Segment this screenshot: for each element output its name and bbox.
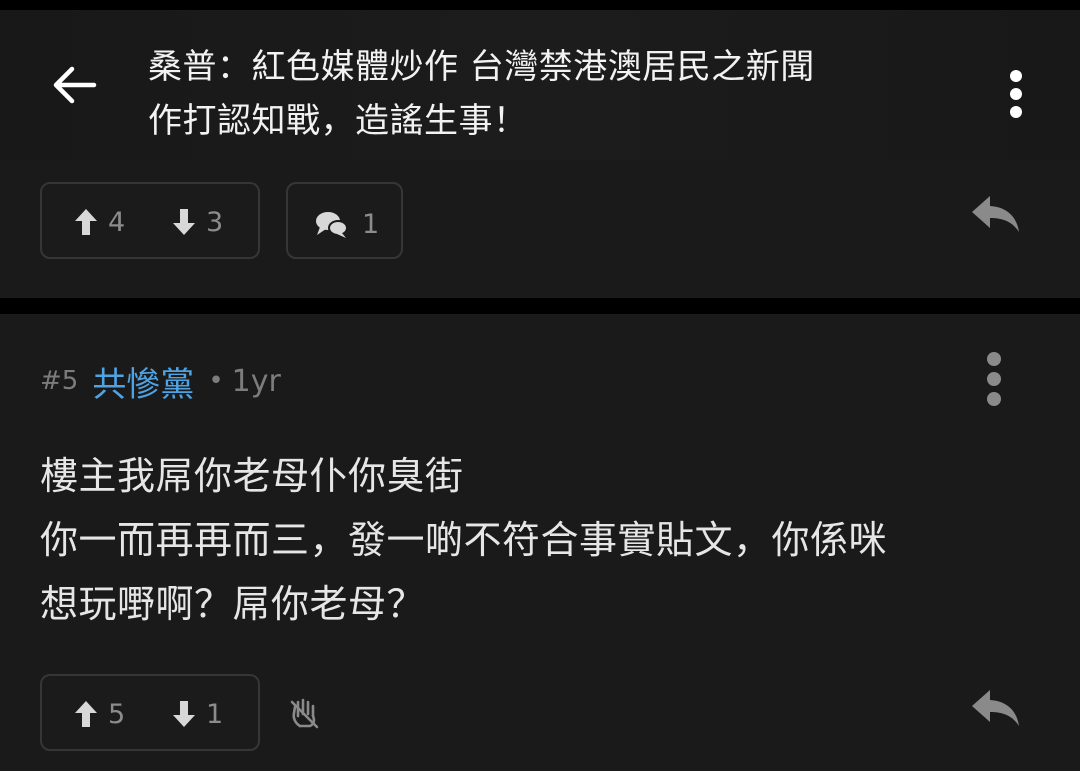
comment-line: 想玩嘢啊？屌你老母？: [40, 582, 426, 626]
clap-icon: [290, 698, 319, 729]
comment-reply-button[interactable]: [970, 686, 1022, 730]
comment-downvote-button[interactable]: 1: [172, 698, 223, 730]
post-vote-box: 4 3: [40, 182, 260, 259]
clap-button[interactable]: [288, 696, 322, 730]
post-menu-button[interactable]: [1002, 68, 1030, 120]
arrow-up-icon: [75, 701, 97, 727]
comment-line: 你一而再再而三，發一啲不符合事實貼文，你係咪: [40, 518, 888, 562]
comment-vote-box: 5 1: [40, 674, 260, 751]
comment-meta: #5 共慘黨 • 1yr: [40, 356, 281, 406]
comment-line: 樓主我屌你老母仆你臭街: [40, 454, 464, 498]
section-divider: [0, 298, 1080, 314]
comment-bubble-icon: [316, 212, 348, 238]
post-title-line: 作打認知戰，造謠生事！: [148, 101, 528, 141]
meta-separator: •: [208, 366, 224, 396]
back-arrow-icon: [53, 66, 97, 104]
post-comment-count: 1: [362, 208, 380, 240]
arrow-down-icon: [173, 209, 195, 235]
post-upvote-count: 4: [108, 206, 126, 238]
status-strip: [0, 0, 1080, 10]
arrow-down-icon: [173, 701, 195, 727]
reply-icon: [972, 196, 1019, 232]
post-header: 桑普：紅色媒體炒作 台灣禁港澳居民之新聞 作打認知戰，造謠生事！: [0, 10, 1080, 160]
kebab-menu-icon: [987, 352, 1001, 406]
comment-upvote-button[interactable]: 5: [74, 698, 125, 730]
comment-author[interactable]: 共慘黨: [92, 357, 194, 406]
post-downvote-count: 3: [206, 206, 224, 238]
post-upvote-button[interactable]: 4: [74, 206, 125, 238]
post-title-line: 桑普：紅色媒體炒作 台灣禁港澳居民之新聞: [148, 47, 815, 87]
comment-body: 樓主我屌你老母仆你臭街 你一而再再而三，發一啲不符合事實貼文，你係咪 想玩嘢啊？…: [40, 444, 1050, 636]
comment-age: 1yr: [231, 363, 281, 399]
reply-icon: [972, 690, 1019, 726]
back-button[interactable]: [46, 64, 104, 106]
post-reply-button[interactable]: [970, 192, 1022, 236]
kebab-menu-icon: [1010, 70, 1022, 118]
arrow-up-icon: [75, 209, 97, 235]
comment-downvote-count: 1: [206, 698, 224, 730]
app-screen: 桑普：紅色媒體炒作 台灣禁港澳居民之新聞 作打認知戰，造謠生事！ 4 3 1 #…: [0, 0, 1080, 771]
post-downvote-button[interactable]: 3: [172, 206, 223, 238]
comment-item: #5 共慘黨 • 1yr 樓主我屌你老母仆你臭街 你一而再再而三，發一啲不符合事…: [0, 314, 1080, 771]
post-comments-button[interactable]: 1: [286, 182, 403, 259]
comment-menu-button[interactable]: [980, 350, 1008, 408]
comment-upvote-count: 5: [108, 698, 126, 730]
post-title: 桑普：紅色媒體炒作 台灣禁港澳居民之新聞 作打認知戰，造謠生事！: [148, 40, 928, 148]
post-actions-bar: 4 3 1: [0, 160, 1080, 298]
post-comments: 1: [314, 208, 379, 240]
comment-number: #5: [40, 366, 79, 396]
